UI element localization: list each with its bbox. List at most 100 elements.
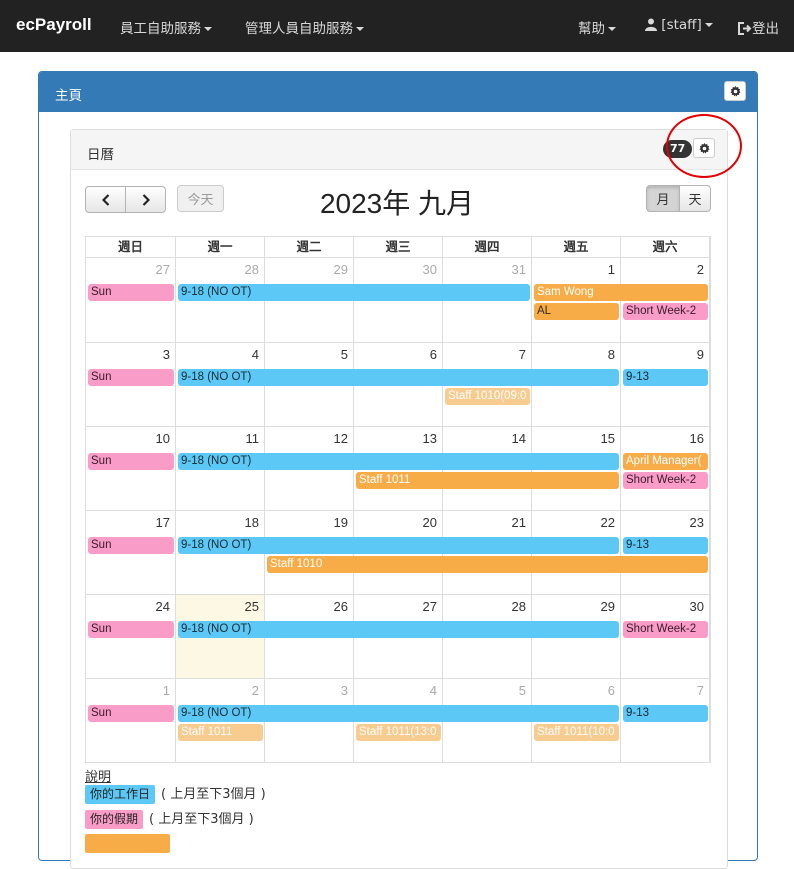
weekday-header: 週日 [86,237,176,258]
manager-self-service-menu[interactable]: 管理人員自助服務 [245,17,364,37]
month-view-button[interactable]: 月 [646,185,680,212]
event-sun[interactable]: Sun [88,621,174,638]
day-number[interactable]: 3 [341,683,348,698]
weekday-header: 週二 [265,237,354,258]
day-number[interactable]: 15 [601,431,615,446]
day-number[interactable]: 12 [334,431,348,446]
day-number[interactable]: 5 [519,683,526,698]
day-number[interactable]: 7 [697,683,704,698]
day-number[interactable]: 18 [245,515,259,530]
day-number[interactable]: 8 [608,347,615,362]
user-icon [645,18,657,31]
legend-workday-range: ( 上月至下3個月 ) [161,787,266,802]
event-sun[interactable]: Sun [88,453,174,470]
day-number[interactable]: 6 [430,347,437,362]
user-name: [staff] [661,17,702,33]
event-shift[interactable]: 9-18 (NO OT) [178,537,619,554]
legend-holiday: 你的假期 ( 上月至下3個月 ) [85,808,254,829]
caret-down-icon [356,27,364,31]
day-number[interactable]: 11 [246,431,260,446]
weekday-header: 週一 [176,237,265,258]
event-sam-wong[interactable]: Sam Wong [534,284,708,301]
day-number[interactable]: 20 [423,515,437,530]
day-number[interactable]: 2 [697,262,704,277]
event-staff-1011[interactable]: Staff 1011(10:0 [534,724,619,741]
calendar-title: 日曆 [87,147,114,163]
day-number[interactable]: 22 [601,515,615,530]
event-sun[interactable]: Sun [88,537,174,554]
day-number[interactable]: 27 [423,599,437,614]
help-menu[interactable]: 幫助 [578,17,616,37]
home-panel-header: 主頁 [39,72,757,112]
day-number[interactable]: 4 [430,683,437,698]
event-shift[interactable]: 9-18 (NO OT) [178,453,619,470]
event-half-day[interactable]: 9-13 [623,369,708,386]
event-staff-1011[interactable]: Staff 1011(13:0 [356,724,441,741]
day-number[interactable]: 1 [608,262,615,277]
day-number[interactable]: 13 [423,431,437,446]
day-number[interactable]: 10 [156,431,170,446]
day-number[interactable]: 30 [690,599,704,614]
day-number[interactable]: 5 [341,347,348,362]
user-menu[interactable]: [staff] [645,17,713,33]
day-number[interactable]: 6 [608,683,615,698]
event-staff-1011[interactable]: Staff 1011 [178,724,263,741]
event-short-week[interactable]: Short Week-2 [623,303,708,320]
day-number[interactable]: 1 [163,683,170,698]
legend-other [85,834,176,857]
event-shift[interactable]: 9-18 (NO OT) [178,705,619,722]
event-half-day[interactable]: 9-13 [623,705,708,722]
day-view-button[interactable]: 天 [679,185,711,212]
day-number[interactable]: 31 [512,262,526,277]
weekday-header: 週四 [443,237,532,258]
event-sun[interactable]: Sun [88,284,174,301]
event-annual-leave[interactable]: AL [534,303,619,320]
day-number[interactable]: 16 [690,431,704,446]
legend-workday: 你的工作日 ( 上月至下3個月 ) [85,783,266,804]
day-number[interactable]: 25 [245,599,259,614]
day-number[interactable]: 14 [512,431,526,446]
day-number[interactable]: 9 [697,347,704,362]
event-staff-1010[interactable]: Staff 1010(09:0 [445,388,530,405]
panel-settings-button[interactable] [724,81,746,101]
help-label: 幫助 [578,21,605,37]
logout-link[interactable]: 登出 [738,17,779,37]
event-shift[interactable]: 9-18 (NO OT) [178,621,619,638]
employee-self-service-menu[interactable]: 員工自助服務 [120,17,212,37]
day-number[interactable]: 2 [252,683,259,698]
panel-title: 主頁 [55,88,82,104]
event-short-week[interactable]: Short Week-2 [623,472,708,489]
day-number[interactable]: 7 [519,347,526,362]
legend-holiday-chip: 你的假期 [85,810,144,829]
event-short-week[interactable]: Short Week-2 [623,621,708,638]
day-number[interactable]: 28 [512,599,526,614]
calendar-widget-header: 日曆 77 [71,130,727,170]
legend-other-chip [85,834,170,853]
event-staff-1011[interactable]: Staff 1011 [356,472,619,489]
day-number[interactable]: 23 [690,515,704,530]
day-number[interactable]: 27 [156,262,170,277]
caret-down-icon [204,27,212,31]
day-number[interactable]: 29 [334,262,348,277]
brand-logo[interactable]: ecPayroll [16,15,92,35]
day-number[interactable]: 17 [156,515,170,530]
event-staff-1010[interactable]: Staff 1010 [267,556,708,573]
top-navbar: ecPayroll 員工自助服務 管理人員自助服務 幫助 [staff] 登出 [0,0,794,52]
event-sun[interactable]: Sun [88,369,174,386]
weekday-header: 週三 [354,237,443,258]
day-number[interactable]: 24 [156,599,170,614]
day-number[interactable]: 4 [252,347,259,362]
day-number[interactable]: 28 [245,262,259,277]
weekday-header: 週六 [621,237,710,258]
day-number[interactable]: 21 [512,515,526,530]
event-shift[interactable]: 9-18 (NO OT) [178,369,619,386]
day-number[interactable]: 30 [423,262,437,277]
day-number[interactable]: 3 [163,347,170,362]
event-april-manager[interactable]: April Manager( [623,453,708,470]
day-number[interactable]: 26 [334,599,348,614]
event-half-day[interactable]: 9-13 [623,537,708,554]
day-number[interactable]: 19 [334,515,348,530]
event-shift[interactable]: 9-18 (NO OT) [178,284,530,301]
event-sun[interactable]: Sun [88,705,174,722]
day-number[interactable]: 29 [601,599,615,614]
